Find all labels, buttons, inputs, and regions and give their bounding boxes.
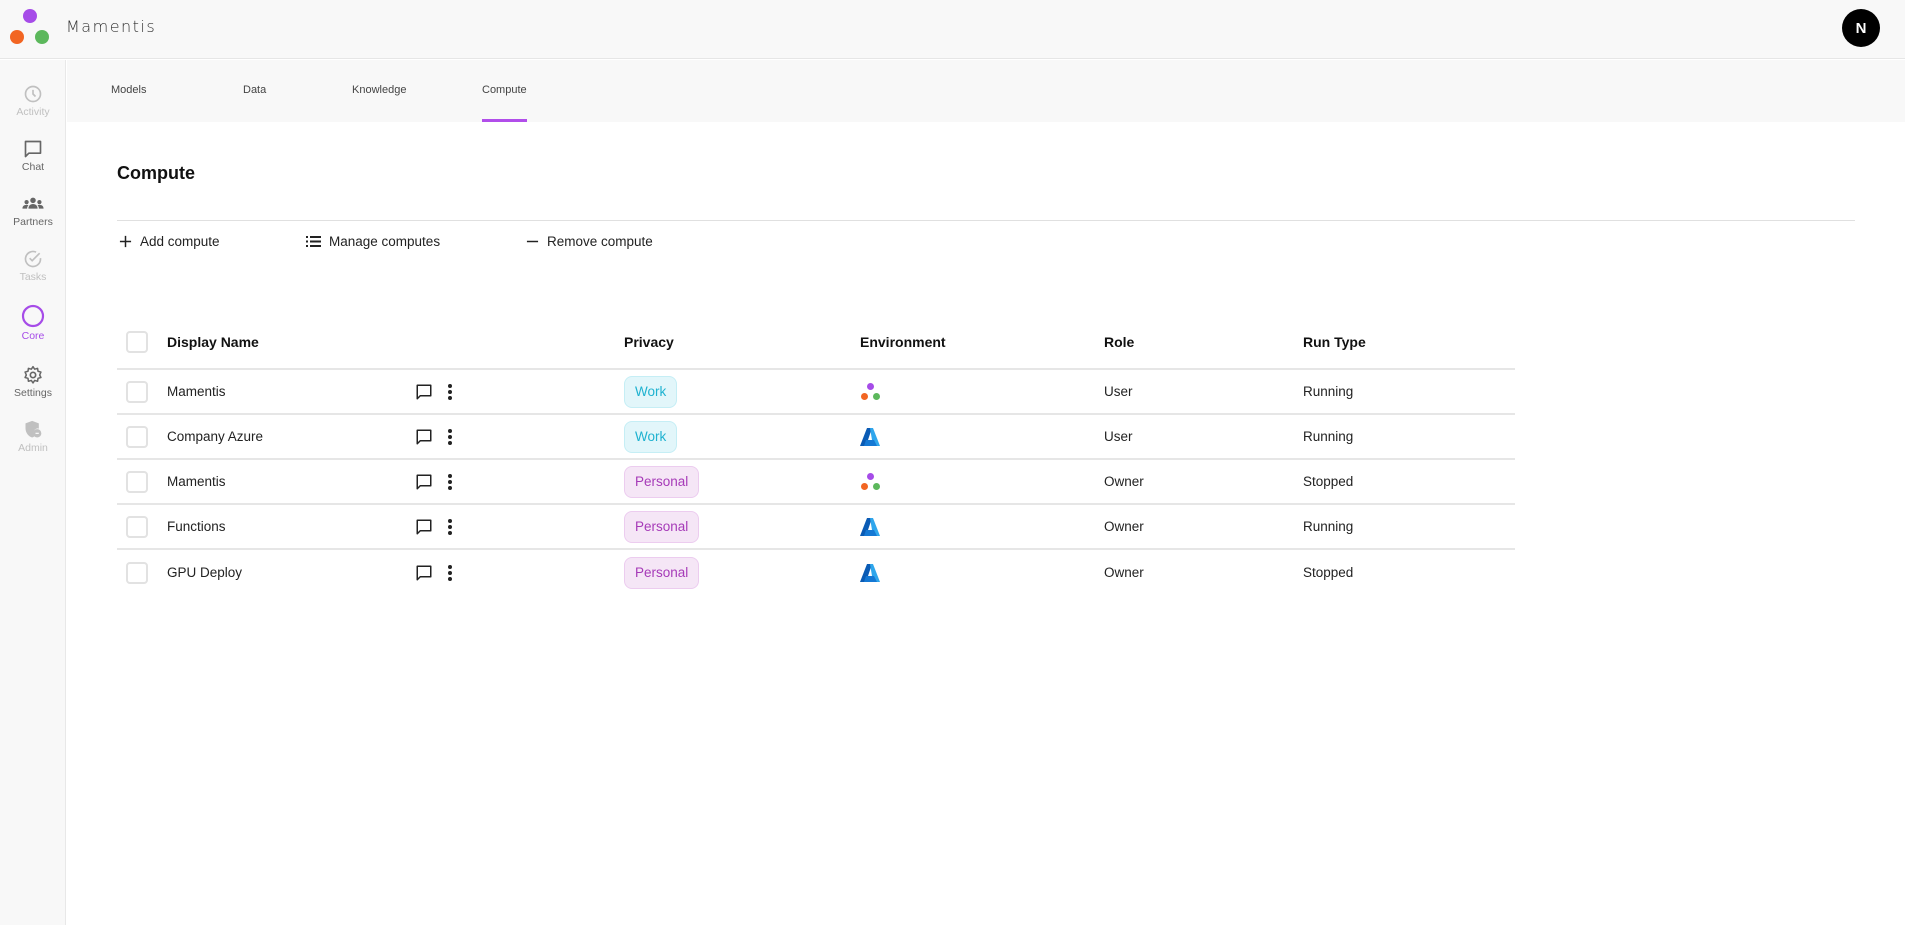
app-title: Mamentis <box>66 17 157 36</box>
gear-icon <box>24 365 42 384</box>
sidebar-item-label: Settings <box>14 387 52 399</box>
column-header-role[interactable]: Role <box>1104 315 1134 368</box>
logo-dot-purple <box>23 9 37 23</box>
table-row[interactable]: Company Azure Work User Running <box>117 415 1515 460</box>
row-checkbox[interactable] <box>126 380 148 403</box>
more-vert-icon[interactable] <box>447 564 453 582</box>
column-header-environment[interactable]: Environment <box>860 315 946 368</box>
manage-computes-button[interactable]: Manage computes <box>306 231 440 251</box>
remove-compute-button[interactable]: Remove compute <box>526 231 653 251</box>
add-compute-label: Add compute <box>140 233 220 249</box>
row-display-name: GPU Deploy <box>167 565 243 580</box>
sidebar-item-settings[interactable]: Settings <box>0 365 66 415</box>
table-header: Display Name Privacy Environment Role Ru… <box>117 315 1515 370</box>
row-display-name: Mamentis <box>167 474 226 489</box>
table-body: Mamentis Work User Running Company Azure <box>117 370 1515 595</box>
more-vert-icon[interactable] <box>447 383 453 401</box>
row-checkbox[interactable] <box>126 515 148 538</box>
sidebar-item-tasks[interactable]: Tasks <box>0 249 66 299</box>
sidebar-item-partners[interactable]: Partners <box>0 194 66 244</box>
tab-data[interactable]: Data <box>243 60 266 122</box>
privacy-badge: Personal <box>624 556 700 589</box>
chat-icon[interactable] <box>415 473 433 491</box>
circle-icon <box>21 304 45 328</box>
sidebar-item-label: Admin <box>18 442 48 454</box>
row-run-type: Running <box>1303 384 1354 399</box>
row-display-name: Mamentis <box>167 384 226 399</box>
row-role: User <box>1104 429 1133 444</box>
list-icon <box>306 235 321 247</box>
sidebar-item-label: Chat <box>21 161 45 173</box>
mamentis-env-icon <box>860 382 882 402</box>
azure-env-icon <box>860 517 880 536</box>
chat-icon[interactable] <box>415 383 433 401</box>
logo-dot-orange <box>10 30 24 44</box>
group-icon <box>22 197 44 209</box>
sidebar-item-core[interactable]: Core <box>0 304 66 354</box>
column-header-run-type[interactable]: Run Type <box>1303 315 1366 368</box>
chat-icon <box>24 140 42 158</box>
row-role: Owner <box>1104 565 1144 580</box>
minus-icon <box>526 240 539 242</box>
privacy-badge: Work <box>624 420 678 453</box>
sidebar-item-admin[interactable]: Admin <box>0 420 66 470</box>
top-bar: Mamentis N <box>0 0 1905 59</box>
row-display-name: Functions <box>167 519 226 534</box>
mamentis-env-icon <box>860 472 882 492</box>
more-vert-icon[interactable] <box>447 428 453 446</box>
row-run-type: Stopped <box>1303 565 1354 580</box>
tab-knowledge[interactable]: Knowledge <box>352 60 406 122</box>
row-checkbox[interactable] <box>126 561 148 584</box>
tab-bar: Models Data Knowledge Compute <box>67 60 1905 122</box>
privacy-badge: Personal <box>624 510 700 543</box>
row-run-type: Running <box>1303 519 1354 534</box>
table-row[interactable]: GPU Deploy Personal Owner Stopped <box>117 550 1515 595</box>
clock-icon <box>24 85 42 103</box>
add-compute-button[interactable]: Add compute <box>119 231 220 251</box>
app-logo[interactable] <box>10 9 50 45</box>
table-row[interactable]: Functions Personal Owner Running <box>117 505 1515 550</box>
sidebar-item-label: Activity <box>16 106 50 118</box>
table-row[interactable]: Mamentis Work User Running <box>117 370 1515 415</box>
azure-env-icon <box>860 563 880 582</box>
manage-computes-label: Manage computes <box>329 233 441 249</box>
sidebar-item-label: Partners <box>13 216 53 228</box>
row-run-type: Running <box>1303 429 1354 444</box>
plus-icon <box>119 235 132 247</box>
privacy-badge: Personal <box>624 465 700 498</box>
row-role: Owner <box>1104 474 1144 489</box>
row-display-name: Company Azure <box>167 429 264 444</box>
more-vert-icon[interactable] <box>447 518 453 536</box>
column-header-privacy[interactable]: Privacy <box>624 315 674 368</box>
tab-models[interactable]: Models <box>111 60 146 122</box>
chat-icon[interactable] <box>415 518 433 536</box>
user-avatar[interactable]: N <box>1842 9 1880 47</box>
check-circle-icon <box>24 250 42 268</box>
row-run-type: Stopped <box>1303 474 1354 489</box>
privacy-badge: Work <box>624 375 678 408</box>
select-all-checkbox[interactable] <box>126 330 148 353</box>
chat-icon[interactable] <box>415 564 433 582</box>
remove-compute-label: Remove compute <box>547 233 653 249</box>
page-title: Compute <box>117 163 195 183</box>
sidebar-item-label: Core <box>21 330 45 342</box>
azure-env-icon <box>860 427 880 446</box>
sidebar-item-activity[interactable]: Activity <box>0 84 66 134</box>
divider <box>117 220 1855 221</box>
row-role: User <box>1104 384 1133 399</box>
logo-dot-green <box>35 30 49 44</box>
sidebar: Activity Chat Partners Tasks Core Settin… <box>0 60 66 925</box>
admin-shield-icon <box>25 420 42 438</box>
table-row[interactable]: Mamentis Personal Owner Stopped <box>117 460 1515 505</box>
sidebar-item-chat[interactable]: Chat <box>0 139 66 189</box>
chat-icon[interactable] <box>415 428 433 446</box>
row-checkbox[interactable] <box>126 470 148 493</box>
row-role: Owner <box>1104 519 1144 534</box>
tab-compute[interactable]: Compute <box>482 60 527 122</box>
row-checkbox[interactable] <box>126 425 148 448</box>
more-vert-icon[interactable] <box>447 473 453 491</box>
column-header-display-name[interactable]: Display Name <box>167 315 259 368</box>
compute-table: Display Name Privacy Environment Role Ru… <box>117 315 1515 595</box>
sidebar-item-label: Tasks <box>19 271 47 283</box>
